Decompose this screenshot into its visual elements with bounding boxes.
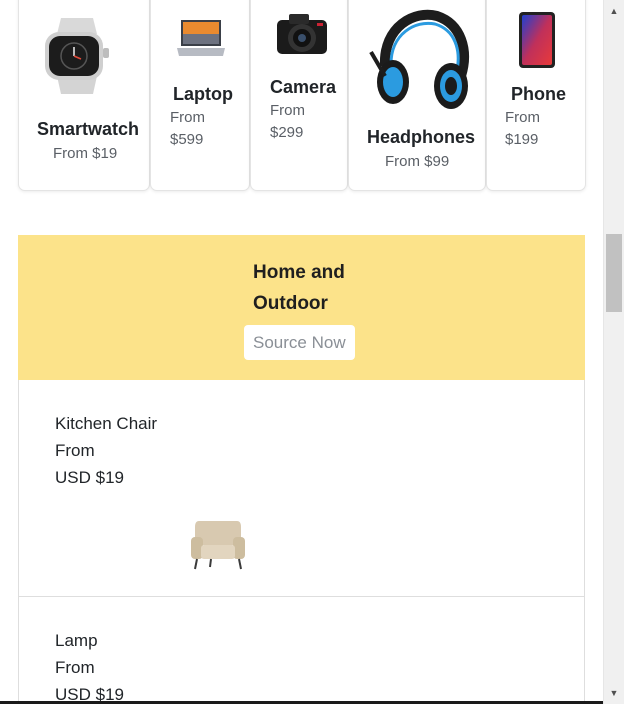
- product-price-from: From: [270, 102, 305, 119]
- product-card-camera[interactable]: Camera From $299: [250, 0, 348, 191]
- item-name: Lamp: [55, 631, 98, 650]
- product-price: $199: [505, 131, 539, 148]
- product-price: From $99: [385, 153, 450, 170]
- category-title-line2: Outdoor: [253, 293, 328, 314]
- source-now-button[interactable]: Source Now: [244, 325, 355, 360]
- laptop-image: [177, 20, 225, 56]
- item-price: USD $19: [55, 468, 124, 487]
- product-card-phone[interactable]: Phone From $199: [486, 0, 586, 191]
- product-price: From $19: [53, 145, 118, 162]
- vertical-scrollbar[interactable]: ▲ ▼: [603, 0, 624, 704]
- item-text: Kitchen Chair From USD $19: [55, 410, 195, 491]
- item-price-from: From: [55, 658, 95, 677]
- armchair-image: [191, 521, 245, 570]
- headphones-image: [369, 9, 469, 109]
- item-price-from: From: [55, 441, 95, 460]
- scroll-down-arrow-icon[interactable]: ▼: [604, 684, 624, 702]
- product-card-smartwatch[interactable]: Smartwatch From $19: [18, 0, 150, 191]
- product-title: Camera: [270, 77, 337, 97]
- item-card-kitchen-chair[interactable]: Kitchen Chair From USD $19: [18, 380, 585, 597]
- smartwatch-image: [45, 18, 109, 94]
- category-home-outdoor: Home and Outdoor Source Now: [18, 235, 585, 380]
- item-card-lamp[interactable]: Lamp From USD $19: [18, 597, 585, 704]
- product-price: $599: [170, 131, 204, 148]
- category-title-line1: Home and: [253, 262, 345, 283]
- product-price: $299: [270, 124, 304, 141]
- product-card-laptop[interactable]: Laptop From $599: [150, 0, 250, 191]
- camera-image: [277, 14, 327, 54]
- product-price-from: From: [505, 109, 540, 126]
- phone-image: [519, 12, 555, 68]
- product-title: Headphones: [367, 127, 476, 147]
- scrollbar-thumb[interactable]: [606, 234, 622, 312]
- product-title: Laptop: [173, 84, 233, 104]
- product-price-from: From: [170, 109, 205, 126]
- product-card-headphones[interactable]: Headphones From $99: [348, 0, 486, 191]
- product-strip: Smartwatch From $19 Laptop From $599 Cam…: [18, 0, 586, 191]
- item-text: Lamp From USD $19: [55, 627, 195, 704]
- category-title: Home and Outdoor: [253, 257, 383, 319]
- product-title: Smartwatch: [37, 119, 140, 139]
- item-name: Kitchen Chair: [55, 414, 158, 433]
- product-title: Phone: [511, 84, 567, 104]
- scroll-up-arrow-icon[interactable]: ▲: [604, 2, 624, 20]
